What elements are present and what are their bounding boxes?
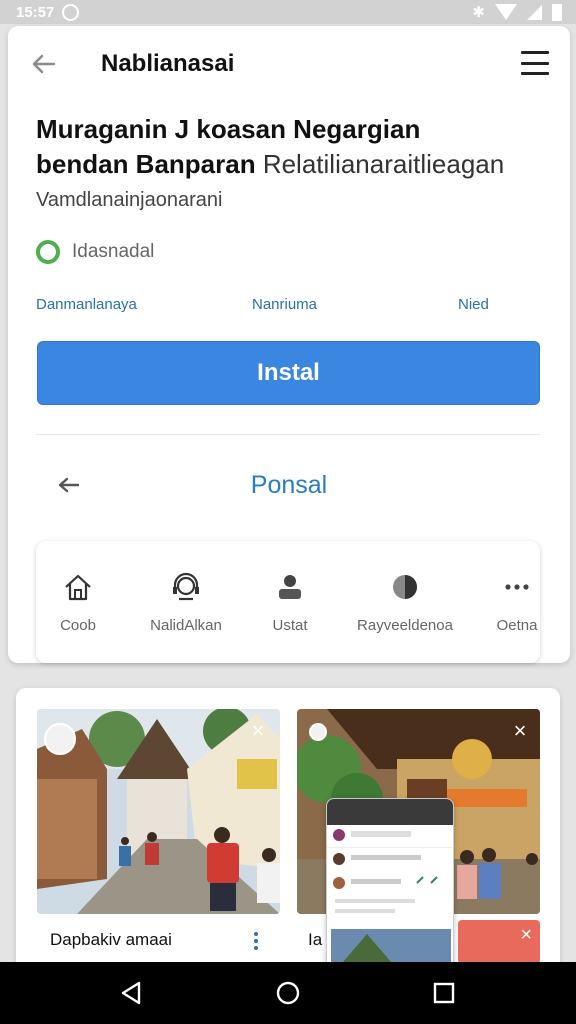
install-status-text: Idasnadal (72, 241, 155, 262)
category-item-5[interactable]: Oetna (462, 571, 572, 634)
app-name: Muraganin J koasan Negargian bendan Banp… (36, 112, 556, 182)
category-label: Ustat (272, 617, 308, 634)
category-item-3[interactable]: Ustat (235, 571, 345, 634)
category-row: Coob NalidAlkan Ustat Rayveeldenoa Oetna (36, 541, 540, 663)
back-nav-icon[interactable] (117, 979, 145, 1007)
category-label: Rayveeldenoa (357, 617, 453, 634)
category-label: Oetna (496, 617, 538, 634)
screenshot-1-title: Dapbakiv amaai (50, 930, 172, 949)
install-status: Idasnadal (36, 240, 154, 264)
more-horizontal-icon (505, 584, 529, 590)
app-name-line2-bold: bendan Banparan (36, 149, 256, 179)
sync-icon (62, 3, 80, 21)
category-label: NalidAlkan (150, 617, 222, 634)
recents-nav-icon[interactable] (430, 979, 458, 1007)
status-ring-icon (36, 240, 60, 264)
screenshot-gallery: × × Dapbakiv amaai Ia × (16, 688, 560, 988)
meta-link-1[interactable]: Danmanlanaya (36, 296, 137, 313)
bluetooth-icon: ✱ (472, 4, 485, 21)
headset-icon (173, 572, 199, 601)
app-detail-card: Nablianasai Muraganin J koasan Negargian… (8, 26, 570, 663)
close-icon[interactable]: × (510, 720, 530, 742)
divider (36, 434, 540, 435)
dismiss-thumbnail[interactable]: × (458, 920, 540, 964)
phone-preview (326, 798, 454, 968)
close-icon[interactable]: × (248, 720, 268, 742)
avatar-icon (44, 723, 76, 755)
category-item-2[interactable]: NalidAlkan (131, 571, 241, 634)
hamburger-menu-icon[interactable] (521, 51, 549, 75)
battery-icon (552, 3, 562, 21)
chat-preview-image (327, 799, 453, 967)
home-nav-icon[interactable] (274, 979, 302, 1007)
app-name-line1: Muraganin J koasan Negargian (36, 114, 421, 144)
status-right: ✱ (472, 3, 562, 21)
screenshot-2-title: Ia (308, 930, 323, 949)
app-name-line2-rest: Relatilianaraitlieagan (255, 149, 505, 179)
meta-link-3[interactable]: Nied (458, 296, 489, 313)
avatar-icon (309, 723, 327, 741)
status-left: 15:57 (16, 3, 80, 21)
system-navigation-bar (0, 962, 576, 1024)
clock: 15:57 (16, 3, 55, 21)
screenshot-1[interactable]: × (37, 709, 280, 914)
home-icon (65, 574, 91, 601)
developer-name[interactable]: Vamdlanainjaonarani (36, 189, 222, 212)
person-icon (279, 575, 301, 599)
secondary-action-label[interactable]: Ponsal (8, 471, 570, 500)
half-circle-icon (393, 575, 417, 599)
app-bar: Nablianasai (8, 26, 570, 102)
category-item-1[interactable]: Coob (23, 571, 133, 634)
more-vertical-icon[interactable] (253, 932, 259, 950)
signal-icon (527, 4, 542, 20)
meta-link-2[interactable]: Nanriuma (252, 296, 317, 313)
category-item-4[interactable]: Rayveeldenoa (350, 571, 460, 634)
status-bar: 15:57 ✱ (0, 0, 576, 24)
wifi-icon (495, 4, 517, 20)
close-icon[interactable]: × (520, 924, 532, 946)
app-bar-title: Nablianasai (101, 50, 235, 77)
back-arrow-icon[interactable] (30, 50, 58, 78)
category-label: Coob (60, 617, 96, 634)
install-button[interactable]: Instal (37, 341, 540, 405)
